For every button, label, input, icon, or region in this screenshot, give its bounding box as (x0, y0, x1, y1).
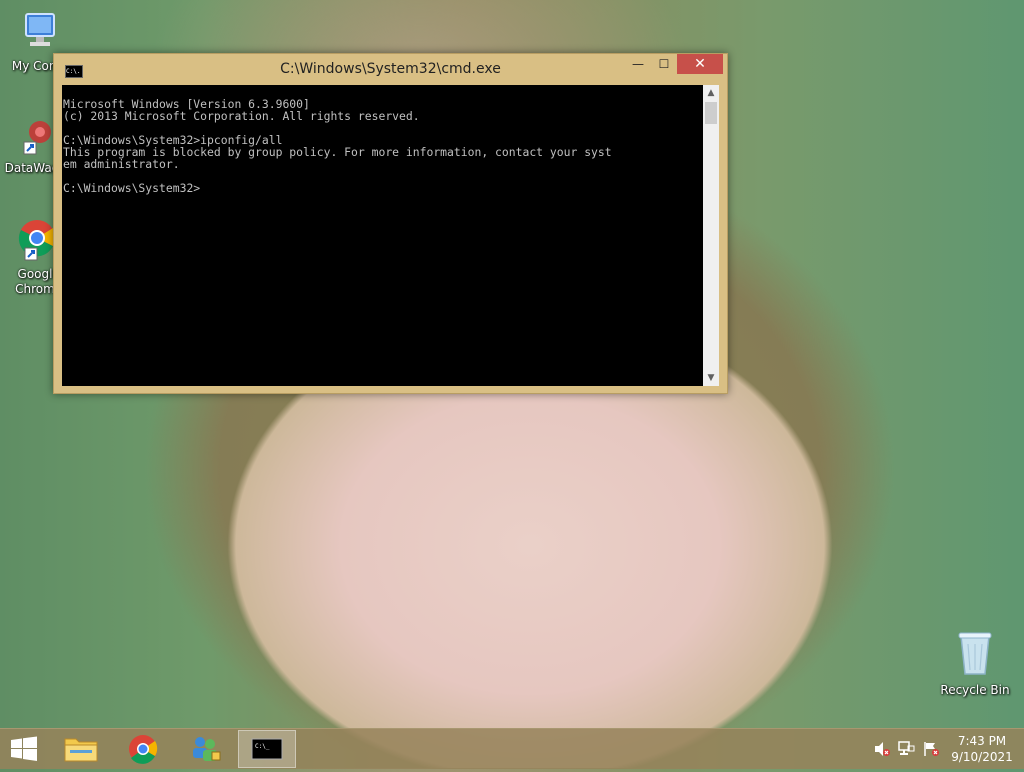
folder-icon (64, 738, 98, 762)
action-center-flag-icon[interactable] (922, 741, 940, 757)
speaker-muted-icon[interactable] (873, 741, 891, 757)
start-button[interactable] (0, 730, 48, 768)
desktop-icon-label-line: Googl (17, 267, 53, 281)
console-line: em administrator. (63, 157, 180, 171)
title-bar[interactable]: C:\. C:\Windows\System32\cmd.exe — ☐ ✕ (54, 54, 727, 84)
console-line: C:\Windows\System32> (63, 181, 201, 195)
monitor-icon (25, 13, 55, 46)
taskbar: C:\_ 7:43 PM 9/10/2021 (0, 728, 1024, 769)
desktop-icon-recycle-bin[interactable]: Recycle Bin (940, 630, 1010, 698)
network-icon[interactable] (898, 741, 916, 757)
maximize-button[interactable]: ☐ (651, 54, 677, 74)
network-users-icon (193, 737, 221, 761)
scroll-down-icon[interactable]: ▼ (703, 370, 719, 386)
svg-text:C:\_: C:\_ (255, 743, 270, 750)
taskbar-chrome[interactable] (114, 730, 172, 768)
taskbar-network-app[interactable] (176, 730, 234, 768)
clock-time: 7:43 PM (957, 734, 1007, 748)
close-button[interactable]: ✕ (677, 54, 723, 74)
cmd-window[interactable]: C:\. C:\Windows\System32\cmd.exe — ☐ ✕ M… (53, 53, 728, 394)
desktop-icon-label: Recycle Bin (940, 683, 1010, 697)
cmd-icon: C:\_ (251, 738, 283, 760)
taskbar-cmd[interactable]: C:\_ (238, 730, 296, 768)
chrome-icon (18, 220, 56, 261)
windows-logo-icon (11, 736, 37, 761)
scroll-up-icon[interactable]: ▲ (703, 85, 719, 101)
recycle-bin-icon (958, 632, 992, 675)
scrollbar-thumb[interactable] (705, 102, 717, 124)
vertical-scrollbar[interactable]: ▲ ▼ (703, 85, 719, 386)
console-line: (c) 2013 Microsoft Corporation. All righ… (63, 109, 420, 123)
clock-date: 9/10/2021 (951, 750, 1013, 764)
minimize-button[interactable]: — (625, 54, 651, 74)
console-output[interactable]: Microsoft Windows [Version 6.3.9600] (c) … (62, 85, 703, 386)
datawag-icon (23, 121, 51, 155)
desktop-icon-label-line: Chrom (15, 282, 55, 296)
taskbar-clock[interactable]: 7:43 PM 9/10/2021 (940, 733, 1024, 765)
chrome-icon (129, 735, 158, 764)
taskbar-file-explorer[interactable] (52, 730, 110, 768)
